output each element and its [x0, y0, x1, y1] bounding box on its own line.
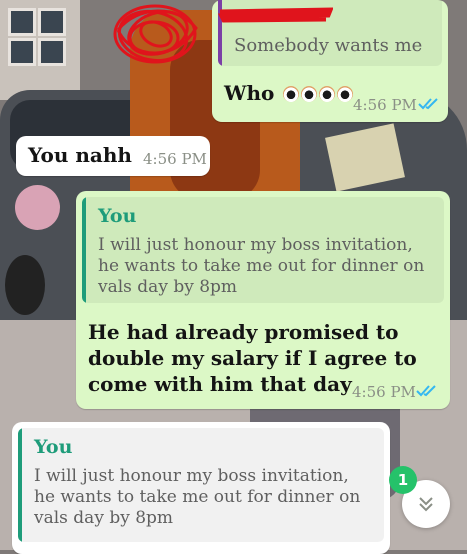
quote-bar — [18, 428, 22, 542]
quoted-message[interactable]: You I will just honour my boss invitatio… — [18, 428, 384, 542]
quoted-message-author: You — [34, 436, 73, 458]
quoted-message-text: Somebody wants me — [234, 35, 423, 56]
message-text: Who — [224, 80, 354, 106]
message-timestamp: 4:56 PM — [352, 383, 416, 401]
quoted-message-author: You — [98, 205, 137, 227]
message-text-content: Who — [224, 81, 275, 105]
message-text: You nahh — [28, 143, 132, 167]
message-timestamp: 4:56 PM — [353, 96, 417, 114]
red-name-redaction — [218, 7, 333, 23]
eyes-emoji — [301, 86, 318, 102]
wallpaper-wheel — [5, 255, 45, 315]
eyes-emoji — [319, 86, 336, 102]
message-bubble-incoming[interactable]: You nahh 4:56 PM — [16, 136, 210, 176]
quoted-message[interactable]: You I will just honour my boss invitatio… — [82, 197, 444, 303]
red-scribble-redaction — [113, 4, 198, 64]
wallpaper-window — [8, 38, 36, 66]
quoted-message-text: I will just honour my boss invitation, h… — [34, 466, 361, 528]
quote-bar — [82, 197, 86, 303]
double-check-icon — [418, 98, 438, 110]
double-check-icon — [416, 385, 436, 397]
message-bubble-outgoing[interactable]: You I will just honour my boss invitatio… — [76, 191, 450, 409]
message-timestamp: 4:56 PM — [143, 150, 207, 168]
message-bubble-incoming[interactable]: You I will just honour my boss invitatio… — [12, 422, 390, 554]
eyes-emoji — [283, 86, 300, 102]
eyes-emoji — [337, 86, 354, 102]
wallpaper-window — [38, 8, 66, 36]
quoted-message-text: I will just honour my boss invitation, h… — [98, 235, 425, 297]
unread-count-badge: 1 — [389, 466, 417, 494]
wallpaper-ribbon — [15, 185, 60, 230]
wallpaper-window — [38, 38, 66, 66]
chevron-double-down-icon — [419, 497, 433, 512]
wallpaper-window — [8, 8, 36, 36]
